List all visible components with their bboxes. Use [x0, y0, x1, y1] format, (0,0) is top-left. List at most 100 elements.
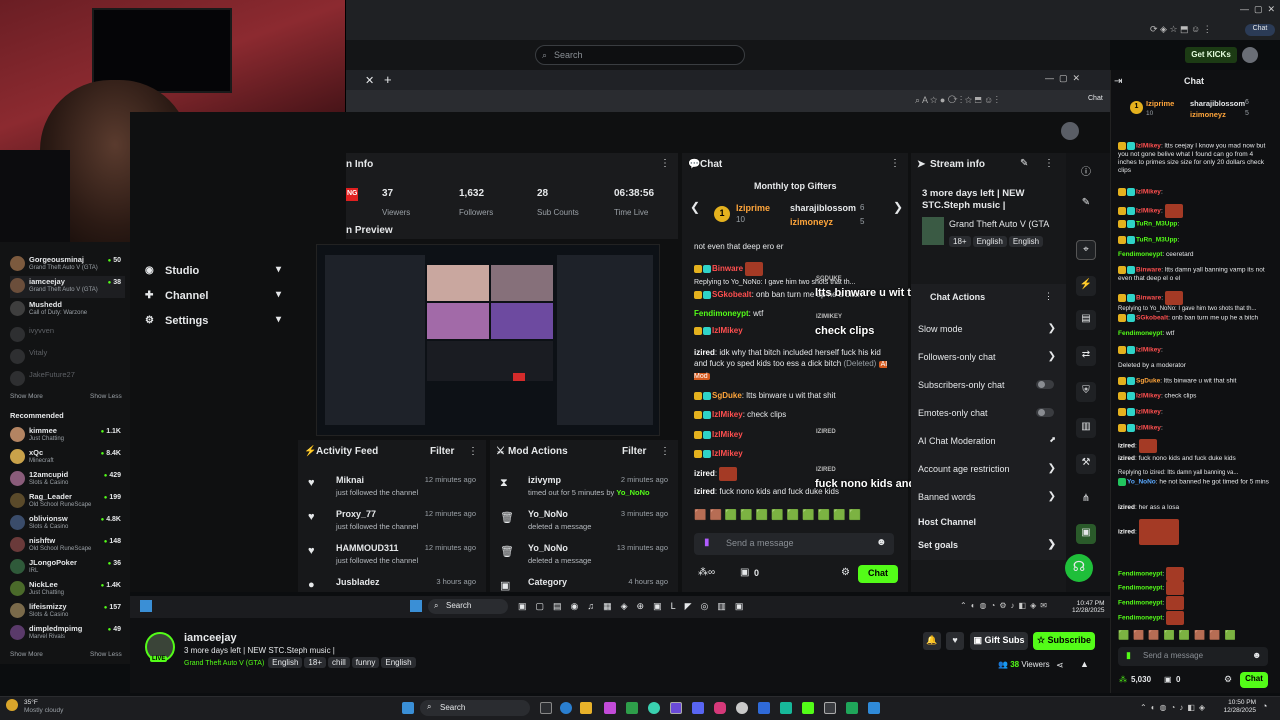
gear-icon[interactable]: ⚙ — [1224, 674, 1232, 685]
menu-channel[interactable]: ✚ Channel ▾ — [145, 289, 285, 307]
inner-window-controls[interactable]: — ▢ ✕ — [1045, 73, 1080, 84]
notification-icon[interactable]: ◔ — [1262, 701, 1267, 711]
gifter-name[interactable]: sharajiblossom — [790, 203, 856, 213]
chat-username[interactable]: SGkobealt — [1136, 315, 1168, 322]
tag[interactable]: English — [381, 657, 416, 668]
chat-username[interactable]: izired — [1118, 504, 1135, 511]
menu-studio[interactable]: ◉ Studio ▾ — [145, 264, 285, 282]
channel-name[interactable]: iamceejay — [184, 632, 237, 644]
heart-icon[interactable]: ♥ — [946, 632, 964, 650]
sidebar-channel[interactable]: kimmeeJust Chatting 1.1K — [10, 425, 125, 447]
activity-item[interactable]: ● Jusbladez 3 hours ago — [308, 577, 476, 591]
chat-input[interactable]: ▮ Send a message ☻ — [694, 533, 894, 555]
info-icon[interactable]: ⓘ — [1076, 160, 1096, 180]
chat-username[interactable]: Binware — [1136, 267, 1161, 274]
instagram-icon[interactable] — [714, 702, 726, 714]
search-input[interactable]: ⌕ Search — [535, 45, 745, 65]
emote-bar[interactable]: 🟫🟫🟩🟩🟩🟩🟩🟩🟩🟩🟩 — [694, 510, 904, 526]
gift-icon[interactable]: ▣ — [740, 567, 749, 578]
chat-username[interactable]: TuRn_M3Upp — [1136, 221, 1177, 228]
activity-item[interactable]: ♥ HAMMOUD311 just followed the channel 12 m… — [308, 543, 476, 567]
sidebar-channel-offline[interactable]: ivyvven — [10, 325, 125, 347]
more-options-icon[interactable]: ⋮ — [660, 446, 670, 457]
action-account-age[interactable]: Account age restriction ❯ — [918, 463, 1056, 474]
chat-username[interactable]: Fendimoneypt — [1118, 330, 1162, 337]
subscribers-only-toggle[interactable] — [1036, 380, 1054, 389]
chat-username[interactable]: izired — [694, 348, 715, 357]
chat-username[interactable]: IzIMikey — [1136, 393, 1161, 400]
mod-action-item[interactable]: 🗑 Yo_NoNo deleted a message 3 minutes ago — [500, 509, 668, 533]
share-icon[interactable]: ⋖ — [1056, 660, 1064, 671]
gift-subs-button[interactable]: ▣ Gift Subs — [970, 632, 1028, 650]
show-more-link[interactable]: Show More — [10, 651, 43, 658]
tag[interactable]: funny — [351, 657, 380, 668]
chat-username[interactable]: SgDuke — [712, 391, 742, 400]
action-host-channel[interactable]: Host Channel — [918, 517, 1056, 527]
file-explorer-icon[interactable] — [580, 702, 592, 714]
chat-username[interactable]: izired — [1118, 455, 1135, 462]
sidebar-channel[interactable]: nishftwOld School RuneScape 148 — [10, 535, 125, 557]
activity-item[interactable]: ♥ Miknai just followed the channel 12 minut… — [308, 475, 476, 499]
inner-chat-tab[interactable]: Chat — [1088, 95, 1103, 102]
tag[interactable]: 18+ — [304, 657, 326, 668]
taskbar-search[interactable]: ⌕ Search — [420, 700, 530, 716]
collapse-chat-icon[interactable]: ⇥ — [1114, 76, 1122, 87]
outer-emote-bar[interactable]: 🟩🟫🟫🟩🟩🟫🟫🟩 — [1118, 630, 1268, 642]
chat-username[interactable]: Fendimoneypt — [694, 309, 749, 318]
sidebar-channel[interactable]: oblivionswSlots & Casino 4.8K — [10, 513, 125, 535]
clip-icon[interactable]: ▤ — [1076, 310, 1096, 330]
gifter-name[interactable]: Iziprime — [736, 203, 770, 213]
user-avatar[interactable] — [1242, 47, 1258, 63]
channel-category[interactable]: Grand Theft Auto V (GTA) — [184, 660, 264, 667]
system-clock[interactable]: 10:50 PM 12/28/2025 — [1210, 699, 1256, 715]
sidebar-channel-offline[interactable]: JakeFuture27 — [10, 369, 125, 391]
raid-icon[interactable]: ⇄ — [1076, 346, 1096, 366]
kick-icon[interactable] — [802, 702, 814, 714]
new-tab-icon[interactable]: + — [384, 72, 392, 87]
chat-username[interactable]: IzIMikey — [1136, 425, 1161, 432]
gift-icon[interactable]: ▣ — [1164, 675, 1172, 684]
tag[interactable]: English — [268, 657, 303, 668]
gifter-name[interactable]: sharajiblossom — [1190, 99, 1245, 108]
chat-username[interactable]: izired — [1118, 443, 1135, 450]
windows-start-icon[interactable] — [402, 702, 414, 714]
mod-filter-button[interactable]: Filter — [622, 446, 646, 457]
chat-username[interactable]: Fendimoneypt — [1118, 600, 1162, 607]
task-view-icon[interactable] — [540, 702, 552, 714]
more-options-icon[interactable]: ⋮ — [660, 158, 670, 169]
action-emotes-only[interactable]: Emotes-only chat — [918, 408, 1056, 418]
poll-icon[interactable]: ▥ — [1076, 418, 1096, 438]
gear-icon[interactable]: ⚙ — [841, 567, 850, 578]
activity-filter-button[interactable]: Filter — [430, 446, 454, 457]
gifter-name[interactable]: izimoneyz — [1190, 110, 1226, 119]
chat-send-button[interactable]: Chat — [858, 565, 898, 583]
app-icon[interactable] — [824, 702, 836, 714]
chat-username[interactable]: Fendimoneypt — [1118, 615, 1162, 622]
app-icon[interactable] — [758, 702, 770, 714]
emoji-icon[interactable]: ☻ — [1252, 650, 1261, 660]
mod-action-item[interactable]: ▣ Category 4 hours ago — [500, 577, 668, 592]
more-options-icon[interactable]: ⋮ — [468, 446, 478, 457]
sidebar-channel[interactable]: iamceejay Grand Theft Auto V (GTA) 38 — [10, 276, 125, 298]
chat-username[interactable]: IzIMikey — [1136, 208, 1161, 215]
points-icon[interactable]: ⁂ — [1119, 675, 1127, 684]
action-followers-only[interactable]: Followers-only chat ❯ — [918, 351, 1056, 362]
action-banned-words[interactable]: Banned words ❯ — [918, 491, 1056, 502]
chat-username[interactable]: IzIMikey — [712, 449, 743, 458]
browser-toolbar-icons[interactable]: ⟳ ◈ ☆ ⬒ ☺ ⋮ — [1150, 24, 1212, 35]
sidebar-channel[interactable]: Mushedd Call of Duty: Warzone — [10, 299, 125, 321]
chat-username[interactable]: IzIMikey — [1136, 347, 1161, 354]
action-set-goals[interactable]: Set goals ❯ — [918, 539, 1056, 550]
app-icon[interactable] — [648, 702, 660, 714]
taskbar-apps[interactable]: ▣▢▤◉♫▦◈⊕▣L◤◎▥▣ — [518, 601, 752, 612]
chat-username[interactable]: IzIMikey — [712, 410, 743, 419]
app-icon[interactable] — [868, 702, 880, 714]
tag[interactable]: chill — [328, 657, 350, 668]
chat-username[interactable]: izired — [694, 469, 715, 478]
chevron-left-icon[interactable]: ❮ — [690, 200, 700, 214]
chat-username[interactable]: Binware — [712, 264, 743, 273]
discord-icon[interactable] — [692, 702, 704, 714]
shield-icon[interactable]: ⛨ — [1076, 382, 1096, 402]
chat-username[interactable]: IzIMikey — [712, 326, 743, 335]
chat-username[interactable]: TuRn_M3Upp — [1136, 237, 1177, 244]
